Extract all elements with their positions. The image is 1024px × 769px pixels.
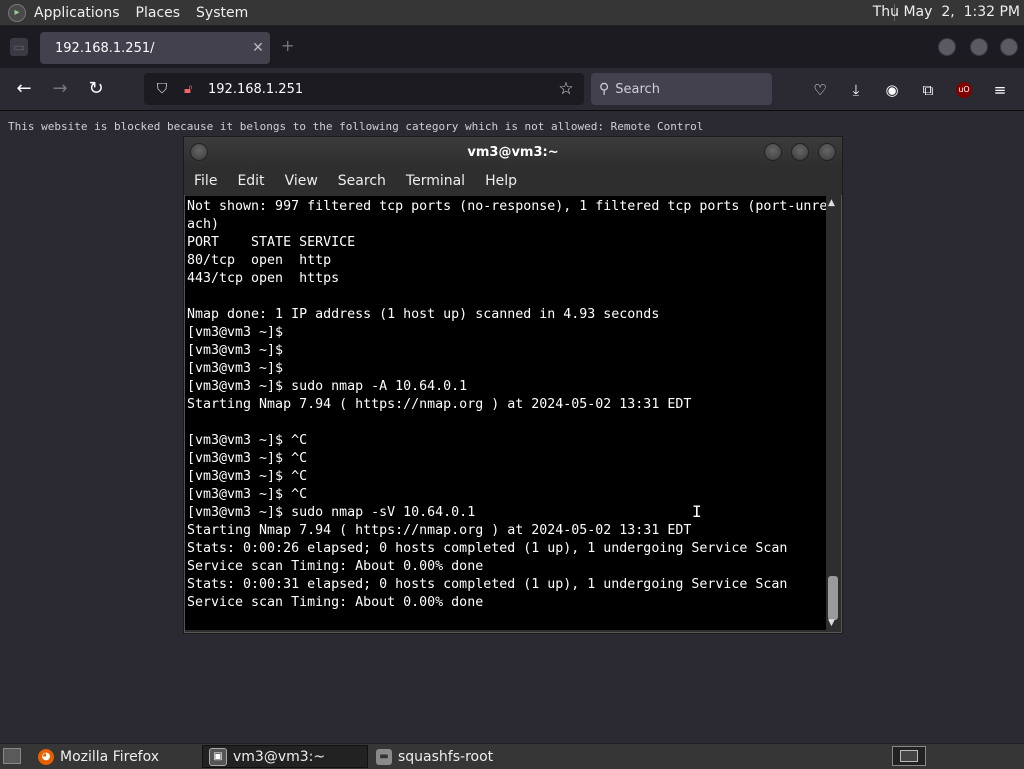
downloads-icon[interactable]: ⤓: [846, 80, 866, 100]
menu-search[interactable]: Search: [328, 173, 396, 189]
terminal-line: [vm3@vm3 ~]$: [187, 343, 284, 358]
browser-tab[interactable]: 192.168.1.251/ ✕: [40, 32, 270, 64]
terminal-line: Starting Nmap 7.94 ( https://nmap.org ) …: [187, 523, 692, 538]
terminal-line: [vm3@vm3 ~]$ sudo nmap -sV 10.64.0.1: [187, 505, 476, 520]
tab-title: 192.168.1.251/: [55, 40, 155, 56]
terminal-line: Stats: 0:00:26 elapsed; 0 hosts complete…: [187, 541, 788, 556]
system-menu[interactable]: System: [188, 5, 256, 21]
scroll-up-icon[interactable]: ▲: [828, 198, 835, 208]
clock[interactable]: Thu May 2, 1:32 PM: [873, 0, 1020, 25]
maximize-button[interactable]: [970, 38, 988, 56]
terminal-scrollbar[interactable]: ▲ ▼: [826, 196, 840, 630]
insecure-lock-icon[interactable]: 🔓︎: [184, 82, 196, 97]
blocked-page-message: This website is blocked because it belon…: [8, 120, 704, 133]
browser-nav-bar: ← → ↻ ⛉ 🔓︎ 192.168.1.251 ☆ ⚲ Search ♡ ⤓ …: [0, 68, 1024, 111]
bottom-taskbar: ◕ Mozilla Firefox ▣ vm3@vm3:~ ▬ squashfs…: [0, 743, 1024, 769]
taskbar-item-label: vm3@vm3:~: [233, 748, 326, 765]
terminal-line: Stats: 0:00:31 elapsed; 0 hosts complete…: [187, 577, 788, 592]
workspace-switcher[interactable]: [892, 746, 926, 766]
terminal-line: 443/tcp open https: [187, 271, 340, 286]
taskbar-item-folder[interactable]: ▬ squashfs-root: [370, 745, 538, 768]
menu-view[interactable]: View: [275, 173, 328, 189]
applications-menu[interactable]: Applications: [26, 5, 128, 21]
taskbar-item-firefox[interactable]: ◕ Mozilla Firefox: [32, 745, 200, 768]
terminal-line: [vm3@vm3 ~]$: [187, 361, 284, 376]
terminal-line: [vm3@vm3 ~]$: [187, 325, 284, 340]
terminal-maximize-button[interactable]: [791, 143, 809, 161]
firefox-view-icon[interactable]: ▭: [10, 38, 28, 56]
terminal-line: Nmap done: 1 IP address (1 host up) scan…: [187, 307, 660, 322]
bookmark-star-icon[interactable]: ☆: [554, 79, 578, 99]
minimize-button[interactable]: [938, 38, 956, 56]
terminal-line: [vm3@vm3 ~]$ ^C: [187, 469, 308, 484]
menu-edit[interactable]: Edit: [227, 173, 274, 189]
tracking-shield-icon[interactable]: ⛉: [154, 81, 170, 97]
scrollbar-thumb[interactable]: [828, 576, 838, 620]
terminal-line: Service scan Timing: About 0.00% done: [187, 559, 484, 574]
menu-help[interactable]: Help: [475, 173, 527, 189]
search-bar[interactable]: ⚲ Search: [591, 73, 772, 105]
terminal-titlebar[interactable]: vm3@vm3:~: [184, 137, 842, 167]
url-text[interactable]: 192.168.1.251: [208, 82, 554, 97]
terminal-line: ach): [187, 217, 220, 232]
terminal-line: Service scan Timing: About 0.00% done: [187, 595, 484, 610]
ublock-origin-icon[interactable]: uO: [956, 82, 972, 98]
workspace-1[interactable]: [900, 750, 918, 762]
folder-icon: ▬: [376, 748, 392, 765]
firefox-icon: ◕: [38, 748, 54, 765]
extensions-icon[interactable]: ⧉: [918, 80, 938, 100]
taskbar-item-label: Mozilla Firefox: [60, 748, 160, 765]
reload-icon[interactable]: ↻: [85, 78, 107, 100]
url-bar[interactable]: ⛉ 🔓︎ 192.168.1.251 ☆: [144, 73, 584, 105]
close-window-button[interactable]: [1000, 38, 1018, 56]
pocket-icon[interactable]: ♡: [810, 80, 830, 100]
search-placeholder: Search: [615, 81, 660, 97]
terminal-minimize-button[interactable]: [764, 143, 782, 161]
terminal-line: [vm3@vm3 ~]$ sudo nmap -A 10.64.0.1: [187, 379, 468, 394]
terminal-line: [vm3@vm3 ~]$ ^C: [187, 451, 308, 466]
back-arrow-icon[interactable]: ←: [13, 78, 35, 100]
taskbar-item-label: squashfs-root: [398, 748, 494, 765]
hamburger-menu-icon[interactable]: ≡: [990, 80, 1010, 100]
show-desktop-icon[interactable]: [3, 748, 21, 764]
terminal-close-button[interactable]: [818, 143, 836, 161]
terminal-window[interactable]: vm3@vm3:~ File Edit View Search Terminal…: [183, 136, 843, 634]
menu-file[interactable]: File: [184, 173, 227, 189]
scroll-down-icon[interactable]: ▼: [828, 618, 835, 628]
new-tab-icon[interactable]: +: [281, 36, 294, 55]
terminal-line: [vm3@vm3 ~]$ ^C: [187, 433, 308, 448]
browser-tab-strip: ▭ 192.168.1.251/ ✕ +: [0, 26, 1024, 68]
tab-close-icon[interactable]: ✕: [246, 40, 270, 56]
terminal-line: Not shown: 997 filtered tcp ports (no-re…: [187, 199, 826, 214]
terminal-line: PORT STATE SERVICE: [187, 235, 356, 250]
account-icon[interactable]: ◉: [882, 80, 902, 100]
menu-terminal[interactable]: Terminal: [396, 173, 475, 189]
mouse-ibeam-cursor-icon: I: [692, 502, 702, 521]
places-menu[interactable]: Places: [128, 5, 189, 21]
terminal-output: Not shown: 997 filtered tcp ports (no-re…: [185, 196, 826, 612]
terminal-icon: ▣: [209, 747, 227, 766]
distro-logo-icon[interactable]: ▸: [8, 3, 26, 22]
terminal-title: vm3@vm3:~: [467, 145, 559, 160]
search-icon: ⚲: [599, 81, 610, 97]
forward-arrow-icon[interactable]: →: [49, 78, 71, 100]
terminal-line: [vm3@vm3 ~]$ ^C: [187, 487, 308, 502]
terminal-line: Starting Nmap 7.94 ( https://nmap.org ) …: [187, 397, 692, 412]
terminal-screen[interactable]: Not shown: 997 filtered tcp ports (no-re…: [185, 196, 826, 630]
terminal-line: 80/tcp open http: [187, 253, 332, 268]
terminal-menubar: File Edit View Search Terminal Help: [184, 167, 842, 195]
top-panel: ▸ Applications Places System Thu May 2, …: [0, 0, 1024, 26]
taskbar-item-terminal[interactable]: ▣ vm3@vm3:~: [202, 745, 368, 768]
